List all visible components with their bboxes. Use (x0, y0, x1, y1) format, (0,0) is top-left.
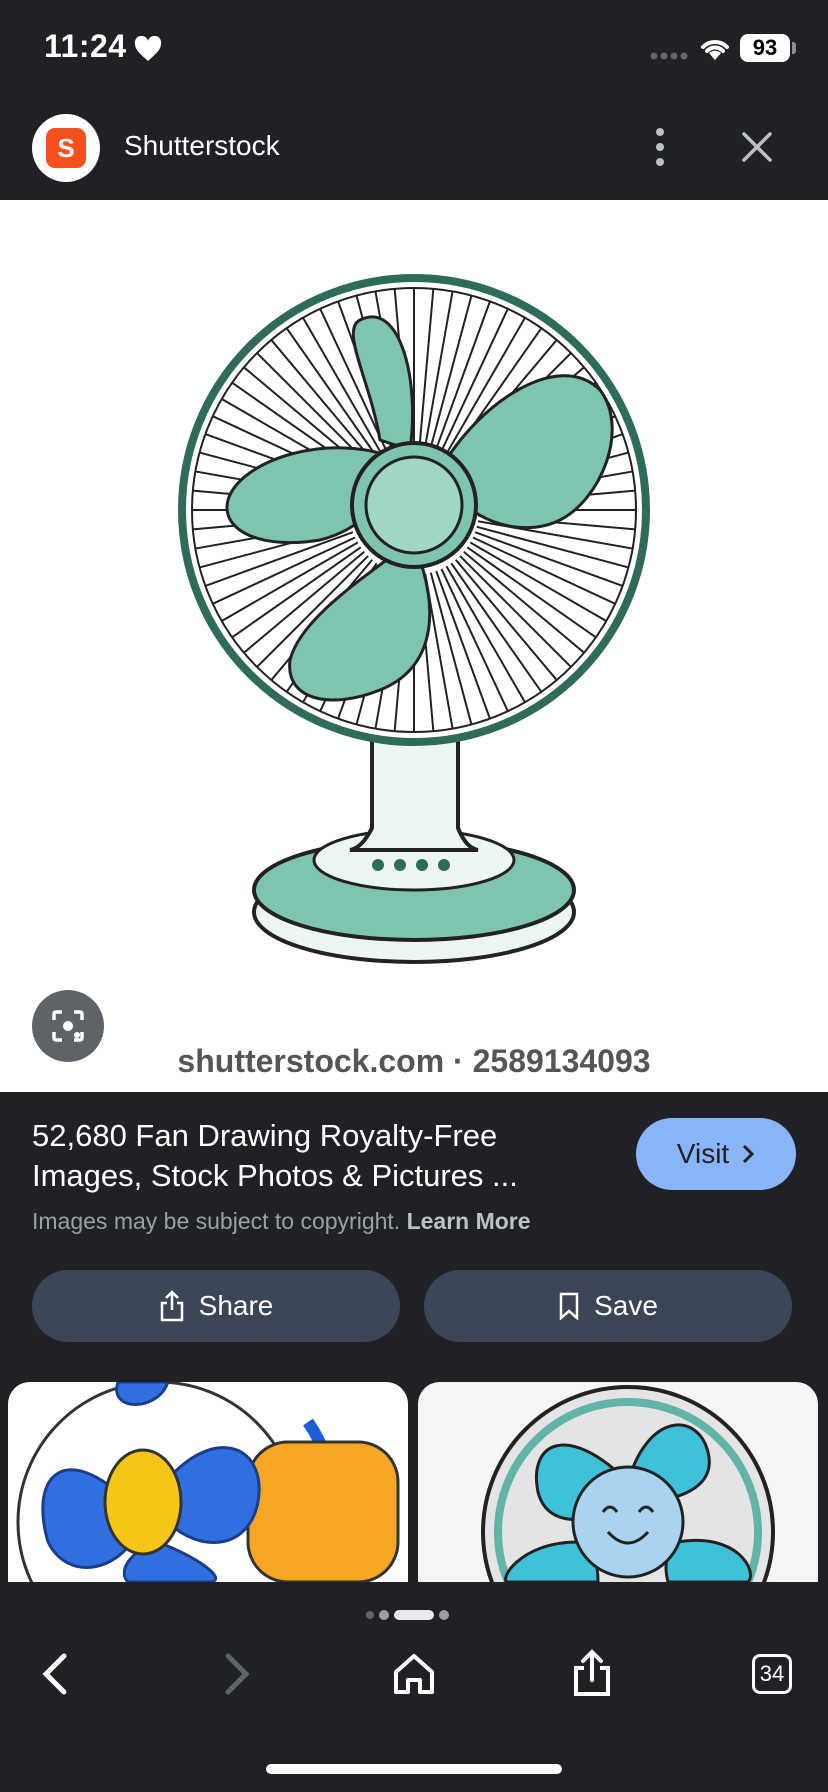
close-icon[interactable] (738, 128, 776, 166)
share-label: Share (198, 1290, 274, 1321)
copyright-text: Images may be subject to copyright. (32, 1208, 401, 1234)
related-image-1[interactable] (8, 1382, 408, 1582)
bottom-toolbar: 34 (0, 1582, 828, 1792)
save-button[interactable]: Save (424, 1270, 792, 1342)
share-icon (160, 1290, 183, 1322)
blue-fan-thumbnail (16, 1382, 400, 1582)
signal-icon (650, 52, 688, 60)
shutterstock-logo-icon: S (46, 128, 86, 168)
back-button[interactable] (28, 1644, 88, 1704)
heart-icon (134, 36, 162, 61)
battery-indicator: 93 (740, 34, 790, 62)
visit-button[interactable]: Visit (636, 1118, 796, 1190)
save-label: Save (594, 1290, 658, 1321)
tab-count: 34 (752, 1654, 792, 1694)
site-logo[interactable]: S (32, 114, 100, 182)
home-button[interactable] (384, 1644, 444, 1704)
status-time: 11:24 (44, 28, 127, 64)
copyright-notice: Images may be subject to copyright. Lear… (32, 1208, 531, 1235)
chevron-right-icon (743, 1144, 755, 1164)
lens-icon (52, 1010, 84, 1042)
wifi-icon (701, 40, 729, 60)
smiling-fan-thumbnail (481, 1385, 775, 1582)
preview-image[interactable]: shutterstock.com · 2589134093 (0, 200, 828, 1092)
share-button[interactable]: Share (32, 1270, 400, 1342)
home-icon (394, 1654, 434, 1694)
viewer-header: S Shutterstock (0, 100, 828, 200)
battery-tip (792, 42, 796, 54)
result-title[interactable]: 52,680 Fan Drawing Royalty-Free Images, … (32, 1116, 592, 1196)
image-watermark: shutterstock.com · 2589134093 (177, 1043, 651, 1079)
home-indicator (266, 1764, 562, 1774)
learn-more-link[interactable]: Learn More (407, 1208, 531, 1234)
chevron-left-icon (42, 1653, 67, 1695)
related-image-2[interactable] (418, 1382, 818, 1582)
fan-illustration (178, 274, 650, 964)
visit-label: Visit (676, 1138, 730, 1169)
status-bar: 11:24 93 (0, 0, 828, 100)
tabs-button[interactable]: 34 (742, 1644, 802, 1704)
site-name[interactable]: Shutterstock (124, 130, 280, 162)
more-options-icon[interactable] (646, 122, 674, 172)
share-icon (574, 1649, 610, 1696)
bookmark-icon (559, 1292, 579, 1320)
toolbar-share-button[interactable] (562, 1644, 622, 1704)
chevron-right-icon (225, 1653, 250, 1695)
forward-button[interactable] (204, 1644, 264, 1704)
page-indicator (366, 1610, 449, 1620)
